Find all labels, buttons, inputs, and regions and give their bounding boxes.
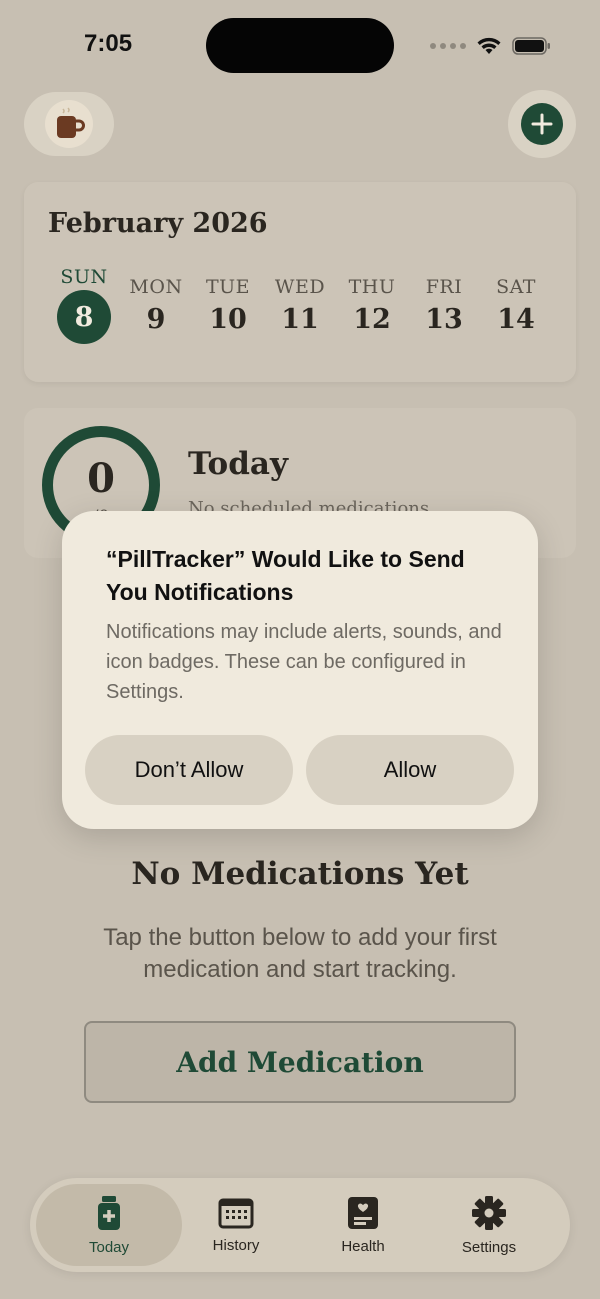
profile-mug-button[interactable]	[24, 92, 114, 156]
day-name: SAT	[496, 276, 536, 298]
dont-allow-button[interactable]: Don’t Allow	[85, 735, 293, 805]
health-record-icon	[348, 1196, 378, 1229]
day-mon[interactable]: MON 9	[118, 276, 194, 335]
day-name: FRI	[425, 276, 463, 298]
calendar-icon	[218, 1198, 254, 1228]
day-number: 13	[425, 304, 463, 335]
day-name: MON	[129, 276, 183, 298]
day-sun[interactable]: SUN 8	[46, 266, 122, 344]
day-number: 11	[281, 304, 319, 335]
day-number: 12	[353, 304, 391, 335]
tab-health[interactable]: Health	[290, 1184, 436, 1266]
gear-icon	[472, 1195, 506, 1230]
notification-permission-alert: “PillTracker” Would Like to Send You Not…	[62, 511, 538, 829]
day-wed[interactable]: WED 11	[262, 276, 338, 335]
day-name: WED	[274, 276, 326, 298]
cellular-signal-icon	[430, 43, 466, 49]
day-name: TUE	[205, 276, 251, 298]
tab-bar: Today History Health Settings	[30, 1178, 570, 1272]
plus-icon	[521, 103, 563, 145]
day-number: 9	[146, 304, 166, 335]
day-name: SUN	[60, 266, 108, 288]
today-title: Today	[188, 446, 288, 482]
day-thu[interactable]: THU 12	[334, 276, 410, 335]
week-day-strip: SUN 8 MON 9 TUE 10 WED 11 THU 12 FRI 13 …	[46, 266, 562, 356]
empty-state-title: No Medications Yet	[131, 856, 469, 892]
add-medication-top-button[interactable]	[508, 90, 576, 158]
coffee-mug-icon	[45, 100, 93, 148]
day-number: 10	[209, 304, 247, 335]
tab-label: Settings	[461, 1238, 517, 1256]
day-fri[interactable]: FRI 13	[406, 276, 482, 335]
status-time: 7:05	[84, 30, 133, 57]
allow-button[interactable]: Allow	[306, 735, 514, 805]
month-title: February 2026	[48, 208, 268, 239]
alert-title: “PillTracker” Would Like to Send You Not…	[106, 546, 465, 605]
dynamic-island	[206, 18, 394, 73]
day-tue[interactable]: TUE 10	[190, 276, 266, 335]
empty-state-text: Tap the button below to add your first m…	[103, 924, 497, 983]
day-name: THU	[348, 276, 396, 298]
pill-bottle-icon	[98, 1195, 120, 1230]
taken-count: 0	[87, 455, 115, 502]
tab-settings[interactable]: Settings	[416, 1184, 562, 1266]
tab-history[interactable]: History	[163, 1184, 309, 1266]
battery-icon	[512, 37, 550, 55]
wifi-icon	[477, 37, 501, 54]
tab-label: Today	[88, 1238, 130, 1256]
tab-label: History	[212, 1236, 260, 1254]
week-calendar-card: February 2026 SUN 8 MON 9 TUE 10 WED 11 …	[24, 182, 576, 382]
tab-today[interactable]: Today	[36, 1184, 182, 1266]
tab-label: Health	[341, 1237, 385, 1255]
day-sat[interactable]: SAT 14	[478, 276, 554, 335]
day-number: 14	[497, 304, 535, 335]
alert-message: Notifications may include alerts, sounds…	[106, 621, 502, 703]
status-icons	[430, 34, 552, 58]
add-medication-button[interactable]: Add Medication	[84, 1021, 516, 1103]
day-number: 8	[57, 290, 111, 344]
